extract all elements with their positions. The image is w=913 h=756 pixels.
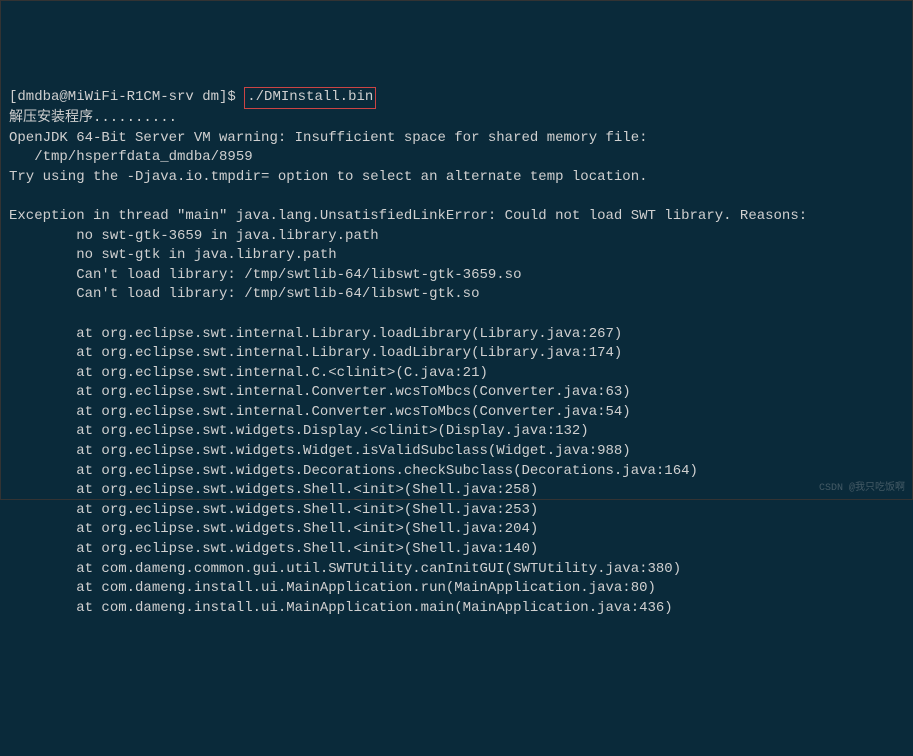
watermark-text: CSDN @我只吃饭啊 (819, 482, 905, 496)
output-line: at org.eclipse.swt.internal.Library.load… (9, 326, 622, 342)
output-line: at org.eclipse.swt.widgets.Display.<clin… (9, 423, 589, 439)
output-line: at com.dameng.install.ui.MainApplication… (9, 580, 656, 596)
output-line: at org.eclipse.swt.widgets.Shell.<init>(… (9, 502, 538, 518)
output-line: at org.eclipse.swt.widgets.Shell.<init>(… (9, 482, 538, 498)
output-line: /tmp/hsperfdata_dmdba/8959 (9, 149, 253, 165)
output-line: at com.dameng.install.ui.MainApplication… (9, 600, 673, 616)
output-line: no swt-gtk in java.library.path (9, 247, 337, 263)
output-line: no swt-gtk-3659 in java.library.path (9, 228, 379, 244)
command-line: [dmdba@MiWiFi-R1CM-srv dm]$ ./DMInstall.… (9, 87, 904, 109)
output-line: at org.eclipse.swt.internal.Converter.wc… (9, 384, 631, 400)
output-line: 解压安装程序.......... (9, 110, 177, 126)
command-text: ./DMInstall.bin (247, 89, 373, 105)
output-line: at org.eclipse.swt.internal.Converter.wc… (9, 404, 631, 420)
output-line: at org.eclipse.swt.widgets.Widget.isVali… (9, 443, 631, 459)
output-line: at org.eclipse.swt.widgets.Decorations.c… (9, 463, 698, 479)
output-line: at com.dameng.common.gui.util.SWTUtility… (9, 561, 681, 577)
output-line: at org.eclipse.swt.internal.Library.load… (9, 345, 622, 361)
output-line: Try using the -Djava.io.tmpdir= option t… (9, 169, 648, 185)
output-line: at org.eclipse.swt.widgets.Shell.<init>(… (9, 541, 538, 557)
output-line: at org.eclipse.swt.internal.C.<clinit>(C… (9, 365, 488, 381)
output-line: Exception in thread "main" java.lang.Uns… (9, 208, 807, 224)
command-highlight: ./DMInstall.bin (244, 87, 376, 109)
output-line: Can't load library: /tmp/swtlib-64/libsw… (9, 267, 521, 283)
output-line: at org.eclipse.swt.widgets.Shell.<init>(… (9, 521, 538, 537)
output-line: OpenJDK 64-Bit Server VM warning: Insuff… (9, 130, 648, 146)
output-line: Can't load library: /tmp/swtlib-64/libsw… (9, 286, 479, 302)
terminal-output[interactable]: [dmdba@MiWiFi-R1CM-srv dm]$ ./DMInstall.… (9, 87, 904, 618)
shell-prompt: [dmdba@MiWiFi-R1CM-srv dm]$ (9, 88, 244, 108)
